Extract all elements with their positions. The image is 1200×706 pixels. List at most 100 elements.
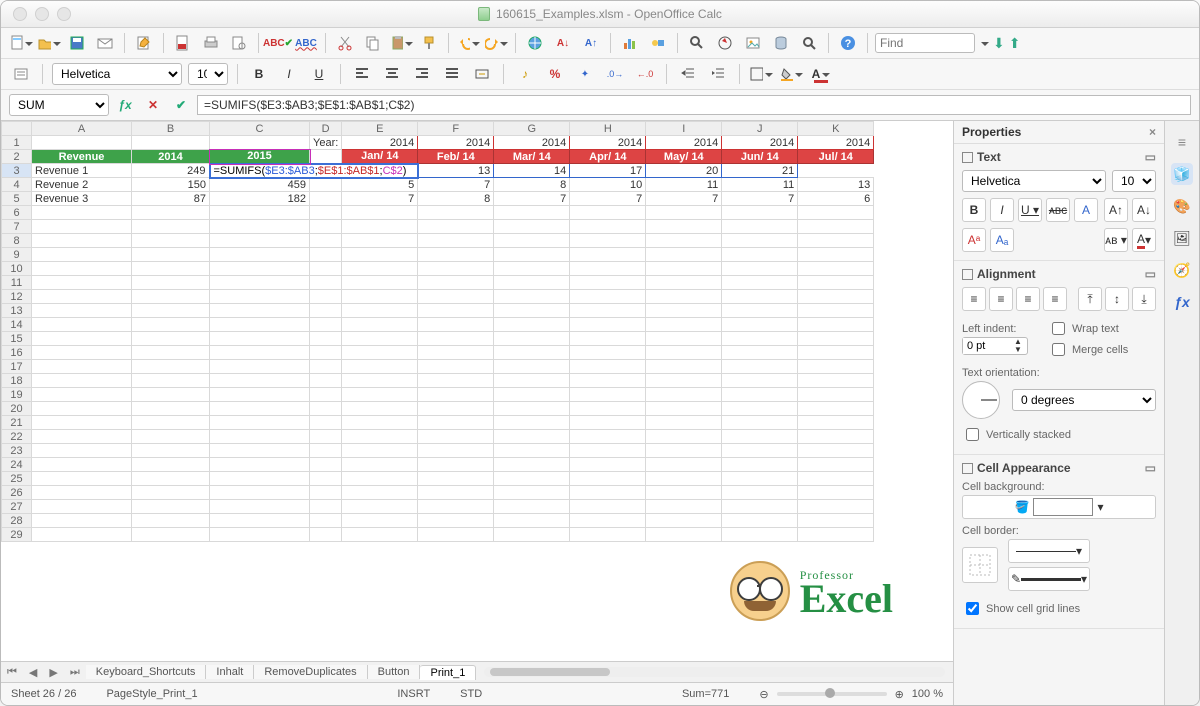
function-wizard-button[interactable]: ƒx xyxy=(113,93,137,117)
merge-cells-button[interactable] xyxy=(470,62,494,86)
dec-indent-button[interactable] xyxy=(676,62,700,86)
panel-sub-button[interactable]: Aₐ xyxy=(990,228,1014,252)
panel-bold-button[interactable]: B xyxy=(962,198,986,222)
col-A[interactable]: A xyxy=(32,122,132,136)
sort-asc-button[interactable]: A↓ xyxy=(551,31,575,55)
orientation-select[interactable]: 0 degrees xyxy=(1012,389,1156,411)
panel-strike-button[interactable]: ᴀʙᴄ xyxy=(1046,198,1070,222)
col-B[interactable]: B xyxy=(132,122,210,136)
sidebar-styles-icon[interactable]: 🎨 xyxy=(1171,195,1193,217)
spreadsheet-grid[interactable]: A B C D E F G H I J K xyxy=(1,121,874,542)
panel-align-left[interactable]: ≡ xyxy=(962,287,986,311)
panel-fontcolor-button[interactable]: A ▾ xyxy=(1132,228,1156,252)
panel-shadow-button[interactable]: A xyxy=(1074,198,1098,222)
panel-valign-top[interactable]: ⤒ xyxy=(1078,287,1102,311)
bgcolor-button[interactable] xyxy=(779,62,803,86)
spellcheck-button[interactable]: ABC✔ xyxy=(266,31,290,55)
gallery-button[interactable] xyxy=(741,31,765,55)
panel-shrink-button[interactable]: A↓ xyxy=(1132,198,1156,222)
datasources-button[interactable] xyxy=(769,31,793,55)
sum-label[interactable]: Sum=771 xyxy=(682,688,729,700)
sheet-tab[interactable]: Inhalt xyxy=(206,665,254,679)
panel-font-select[interactable]: Helvetica xyxy=(962,170,1106,192)
panel-italic-button[interactable]: I xyxy=(990,198,1014,222)
panel-super-button[interactable]: Aᵃ xyxy=(962,228,986,252)
copy-button[interactable] xyxy=(361,31,385,55)
close-window[interactable] xyxy=(13,7,27,21)
hyperlink-button[interactable] xyxy=(523,31,547,55)
undo-button[interactable] xyxy=(456,31,480,55)
zoom-in-button[interactable]: ⊕ xyxy=(895,688,904,701)
cancel-button[interactable]: ✕ xyxy=(141,93,165,117)
grid[interactable]: A B C D E F G H I J K xyxy=(1,121,953,661)
col-K[interactable]: K xyxy=(798,122,874,136)
col-G[interactable]: G xyxy=(494,122,570,136)
tab-next-button[interactable]: ▶ xyxy=(43,666,63,679)
insert-mode[interactable]: INSRT xyxy=(397,688,430,700)
col-H[interactable]: H xyxy=(570,122,646,136)
zoom-button[interactable] xyxy=(797,31,821,55)
percent-button[interactable]: % xyxy=(543,62,567,86)
preview-button[interactable] xyxy=(227,31,251,55)
border-style-thin[interactable]: ▾ xyxy=(1008,539,1090,563)
sheet-tab[interactable]: Button xyxy=(368,665,421,679)
panel-align-center[interactable]: ≡ xyxy=(989,287,1013,311)
zoom-slider[interactable] xyxy=(777,692,887,696)
borders-button[interactable] xyxy=(749,62,773,86)
currency-button[interactable]: ♪ xyxy=(513,62,537,86)
font-name-select[interactable]: Helvetica xyxy=(52,63,182,85)
tab-first-button[interactable]: ⏮ xyxy=(1,666,23,679)
redo-button[interactable] xyxy=(484,31,508,55)
open-button[interactable] xyxy=(37,31,61,55)
col-I[interactable]: I xyxy=(646,122,722,136)
sheet-tab-active[interactable]: Print_1 xyxy=(420,665,476,680)
zoom-out-button[interactable]: ⊖ xyxy=(759,688,768,701)
underline-button[interactable]: U xyxy=(307,62,331,86)
align-center-button[interactable] xyxy=(380,62,404,86)
cut-button[interactable] xyxy=(333,31,357,55)
border-style-thick[interactable]: ✎ ▾ xyxy=(1008,567,1090,591)
italic-button[interactable]: I xyxy=(277,62,301,86)
show-draw-button[interactable] xyxy=(646,31,670,55)
panel-align-justify[interactable]: ≡ xyxy=(1043,287,1067,311)
sidebar-gallery-icon[interactable]: 🖼 xyxy=(1171,227,1193,249)
selection-mode[interactable]: STD xyxy=(460,688,482,700)
edit-doc-button[interactable] xyxy=(132,31,156,55)
tab-last-button[interactable]: ⏭ xyxy=(64,666,86,679)
gridlines-check[interactable]: Show cell grid lines xyxy=(962,599,1156,618)
minimize-window[interactable] xyxy=(35,7,49,21)
panel-valign-mid[interactable]: ↕ xyxy=(1105,287,1129,311)
col-J[interactable]: J xyxy=(722,122,798,136)
name-box[interactable]: SUM xyxy=(9,94,109,116)
sidebar-navigator-icon[interactable]: 🧭 xyxy=(1171,259,1193,281)
email-button[interactable] xyxy=(93,31,117,55)
sort-desc-button[interactable]: A↑ xyxy=(579,31,603,55)
bold-button[interactable]: B xyxy=(247,62,271,86)
sheet-tab[interactable]: RemoveDuplicates xyxy=(254,665,367,679)
indent-spinner[interactable]: ▲▼ xyxy=(962,337,1028,355)
align-right-button[interactable] xyxy=(410,62,434,86)
inc-indent-button[interactable] xyxy=(706,62,730,86)
find-next-button[interactable]: ⬇ xyxy=(993,35,1005,52)
number-std-button[interactable]: ✦ xyxy=(573,62,597,86)
zoom-control[interactable]: ⊖ ⊕ 100 % xyxy=(759,688,943,701)
formula-input[interactable]: =SUMIFS($E3:$AB3;$E$1:$AB$1;C$2) xyxy=(197,95,1191,115)
panel-align-right[interactable]: ≡ xyxy=(1016,287,1040,311)
tab-prev-button[interactable]: ◀ xyxy=(23,666,43,679)
page-style[interactable]: PageStyle_Print_1 xyxy=(106,688,197,700)
del-decimal-button[interactable]: ←.0 xyxy=(633,62,657,86)
new-doc-button[interactable] xyxy=(9,31,33,55)
panel-underline-button[interactable]: U ▾ xyxy=(1018,198,1042,222)
panel-valign-bot[interactable]: ⤓ xyxy=(1132,287,1156,311)
merge-cells-check[interactable]: Merge cells xyxy=(1048,340,1128,359)
editing-cell[interactable]: =SUMIFS($E3:$AB3;$E$1:$AB$1;C$2) xyxy=(210,164,418,178)
col-header-row[interactable]: A B C D E F G H I J K xyxy=(2,122,874,136)
find-dropdown[interactable] xyxy=(980,39,989,48)
col-F[interactable]: F xyxy=(418,122,494,136)
zoom-value[interactable]: 100 % xyxy=(912,688,943,700)
sidebar-functions-icon[interactable]: ƒx xyxy=(1171,291,1193,313)
print-button[interactable] xyxy=(199,31,223,55)
find-prev-button[interactable]: ⬆ xyxy=(1009,35,1021,52)
orientation-dial[interactable] xyxy=(962,381,1000,419)
horizontal-scrollbar[interactable] xyxy=(484,667,945,677)
